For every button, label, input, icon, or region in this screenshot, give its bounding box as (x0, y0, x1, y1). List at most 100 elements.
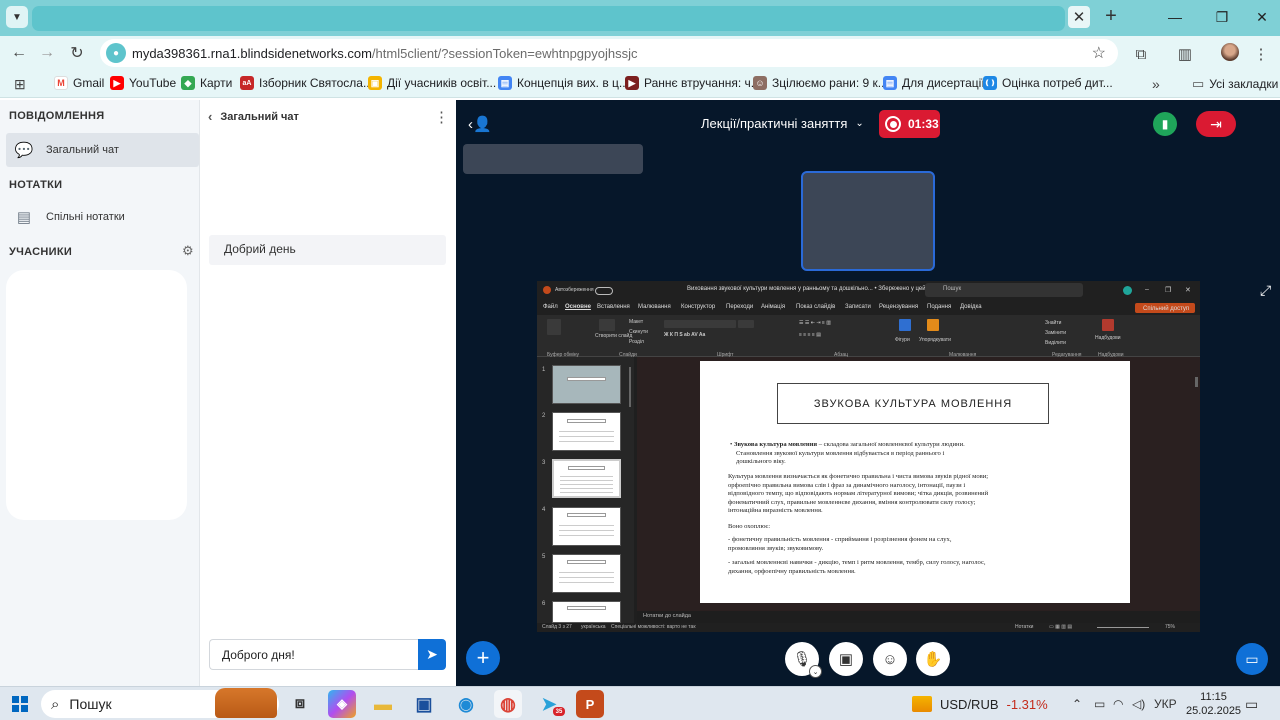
slide-thumbnail[interactable] (552, 601, 621, 623)
arrange-icon[interactable] (927, 319, 939, 331)
forward-button[interactable]: → (36, 42, 58, 64)
current-slide[interactable]: ЗВУКОВА КУЛЬТУРА МОВЛЕННЯ • Звукова куль… (700, 361, 1130, 603)
restore-icon[interactable]: ❐ (1165, 286, 1171, 294)
extensions-button[interactable]: ⧉ (1130, 43, 1152, 65)
menu-item[interactable]: Рецензування (879, 304, 918, 310)
menu-item[interactable]: Файл (543, 304, 558, 310)
addins-icon[interactable] (1102, 319, 1114, 331)
reload-button[interactable]: ↻ (66, 42, 88, 64)
bookmark-item[interactable]: ▤ Концепція вих. в ц... (498, 76, 629, 90)
find-button[interactable]: Знайти (1045, 320, 1061, 326)
webcam-video-tile[interactable] (801, 171, 935, 271)
shared-notes-item[interactable]: ▤ Спільні нотатки (6, 200, 199, 234)
system-clock[interactable]: 11:15 25.02.2025 (1186, 690, 1241, 718)
bookmark-item[interactable]: ❪❫ Оцінка потреб дит... (983, 76, 1113, 90)
slide-thumbnail[interactable] (552, 412, 621, 451)
new-tab-button[interactable]: + (1100, 5, 1122, 27)
raise-hand-button[interactable]: ✋ (916, 642, 950, 676)
close-icon[interactable]: ✕ (1185, 286, 1191, 294)
presentation-button[interactable]: ▭ (1236, 643, 1268, 675)
font-style-buttons[interactable]: Ж К П S ab AV Aa (664, 332, 705, 338)
browser-menu-button[interactable]: ⋮ (1250, 43, 1272, 65)
minimize-window-button[interactable]: — (1160, 6, 1190, 28)
menu-item[interactable]: Вставлення (597, 304, 630, 310)
view-buttons[interactable]: ▭ ▦ ▥ ▤ (1049, 624, 1072, 630)
close-window-button[interactable]: ✕ (1247, 6, 1277, 28)
bookmark-item[interactable]: ▶ Раннє втручання: ч... (625, 76, 761, 90)
actions-button[interactable]: + (466, 641, 500, 675)
reactions-button[interactable]: ☺ (873, 642, 907, 676)
menu-item[interactable]: Записати (845, 304, 871, 310)
meeting-title[interactable]: Лекції/практичні заняття ⌄ (701, 116, 864, 131)
task-view-button[interactable]: ⧈ (286, 690, 314, 718)
start-button[interactable] (12, 696, 28, 712)
select-button[interactable]: Виділити (1045, 340, 1066, 346)
tab-search-button[interactable]: ▼ (6, 6, 28, 28)
send-message-button[interactable]: ➤ (418, 639, 446, 670)
chat-options-button[interactable]: ⋮ (434, 108, 449, 126)
leave-meeting-button[interactable]: ⇥ (1196, 111, 1236, 137)
menu-item[interactable]: Довідка (960, 304, 982, 310)
store-app[interactable]: ▣ (410, 690, 438, 718)
ribbon-label[interactable]: Макет (629, 319, 643, 325)
replace-button[interactable]: Замінити (1045, 330, 1066, 336)
paste-icon[interactable] (547, 319, 561, 335)
language-status[interactable]: українська (581, 624, 606, 630)
minimize-icon[interactable]: – (1145, 286, 1149, 293)
accessibility-status[interactable]: Спеціальні можливості: варто не так (611, 624, 696, 630)
public-chat-item[interactable]: 💬 Загальний чат (6, 133, 199, 167)
volume-icon[interactable]: ◁) (1132, 697, 1145, 711)
telegram-app[interactable]: ➤ 35 (535, 690, 565, 718)
bookmark-item[interactable]: ▶ YouTube (110, 76, 176, 90)
slide-scrollbar[interactable] (1195, 377, 1198, 387)
new-slide-button[interactable] (599, 319, 615, 331)
apps-button[interactable]: ⊞ (14, 76, 26, 93)
menu-item[interactable]: Показ слайдів (796, 304, 835, 310)
menu-item[interactable]: Конструктор (681, 304, 715, 310)
more-bookmarks-button[interactable]: » (1152, 76, 1160, 92)
font-size-box[interactable] (738, 320, 754, 328)
address-bar[interactable]: ● myda398361.rna1.blindsidenetworks.com/… (100, 39, 1118, 67)
bookmark-item[interactable]: ◆ Карти (181, 76, 232, 90)
bookmark-item[interactable]: M Gmail (54, 76, 104, 90)
copilot-app[interactable]: ◈ (328, 690, 356, 718)
shapes-icon[interactable] (899, 319, 911, 331)
bookmark-star-icon[interactable]: ☆ (1092, 43, 1106, 63)
connection-status-button[interactable]: ▮ (1153, 112, 1177, 136)
chrome-app[interactable]: ◍ (494, 690, 522, 718)
ribbon-label[interactable]: Розділ (629, 339, 644, 345)
slide-thumbnail-current[interactable] (552, 459, 621, 498)
audio-options-button[interactable]: ⌄ (809, 665, 822, 678)
all-bookmarks-button[interactable]: ▭ Усі закладки (1192, 76, 1278, 92)
input-language[interactable]: УКР (1154, 697, 1177, 711)
maximize-window-button[interactable]: ❐ (1207, 6, 1237, 28)
bookmark-item[interactable]: ▤ Для дисертації (883, 76, 985, 90)
close-tab-button[interactable]: ✕ (1068, 6, 1090, 28)
bookmark-item[interactable]: ☺ Зцілюємо рани: 9 к... (753, 76, 888, 90)
battery-icon[interactable]: ▭ (1094, 697, 1105, 711)
powerpoint-search[interactable]: Пошук (925, 283, 1083, 297)
notifications-button[interactable]: ▭ (1245, 696, 1258, 713)
participants-settings-button[interactable]: ⚙ (182, 243, 194, 259)
thumbnail-scrollbar[interactable] (629, 367, 631, 407)
toggle-user-list-button[interactable]: ‹👤 (468, 115, 492, 133)
file-explorer-app[interactable]: ▬ (369, 690, 397, 718)
edge-app[interactable]: ◉ (452, 690, 480, 718)
zoom-level[interactable]: 75% (1165, 624, 1175, 630)
show-hidden-icons-button[interactable]: ⌃ (1072, 697, 1082, 711)
microphone-permission-icon[interactable]: ● (106, 43, 126, 63)
chat-message-input[interactable] (209, 639, 418, 670)
back-button[interactable]: ← (8, 42, 30, 64)
reading-list-button[interactable]: ▥ (1174, 43, 1196, 65)
fullscreen-button[interactable]: ⤢ (1260, 282, 1271, 299)
account-icon[interactable] (1123, 286, 1132, 295)
slide-thumbnail[interactable] (552, 554, 621, 593)
profile-avatar[interactable] (1221, 43, 1239, 61)
stock-widget[interactable]: USD/RUB -1.31% (912, 696, 1048, 712)
menu-item[interactable]: Подання (927, 304, 951, 310)
autosave-toggle[interactable] (595, 287, 613, 295)
ribbon-label[interactable]: Скинути (629, 329, 648, 335)
menu-item[interactable]: Анімація (761, 304, 785, 310)
menu-item[interactable]: Малювання (638, 304, 671, 310)
notes-toggle[interactable]: Нотатки (1015, 624, 1033, 630)
